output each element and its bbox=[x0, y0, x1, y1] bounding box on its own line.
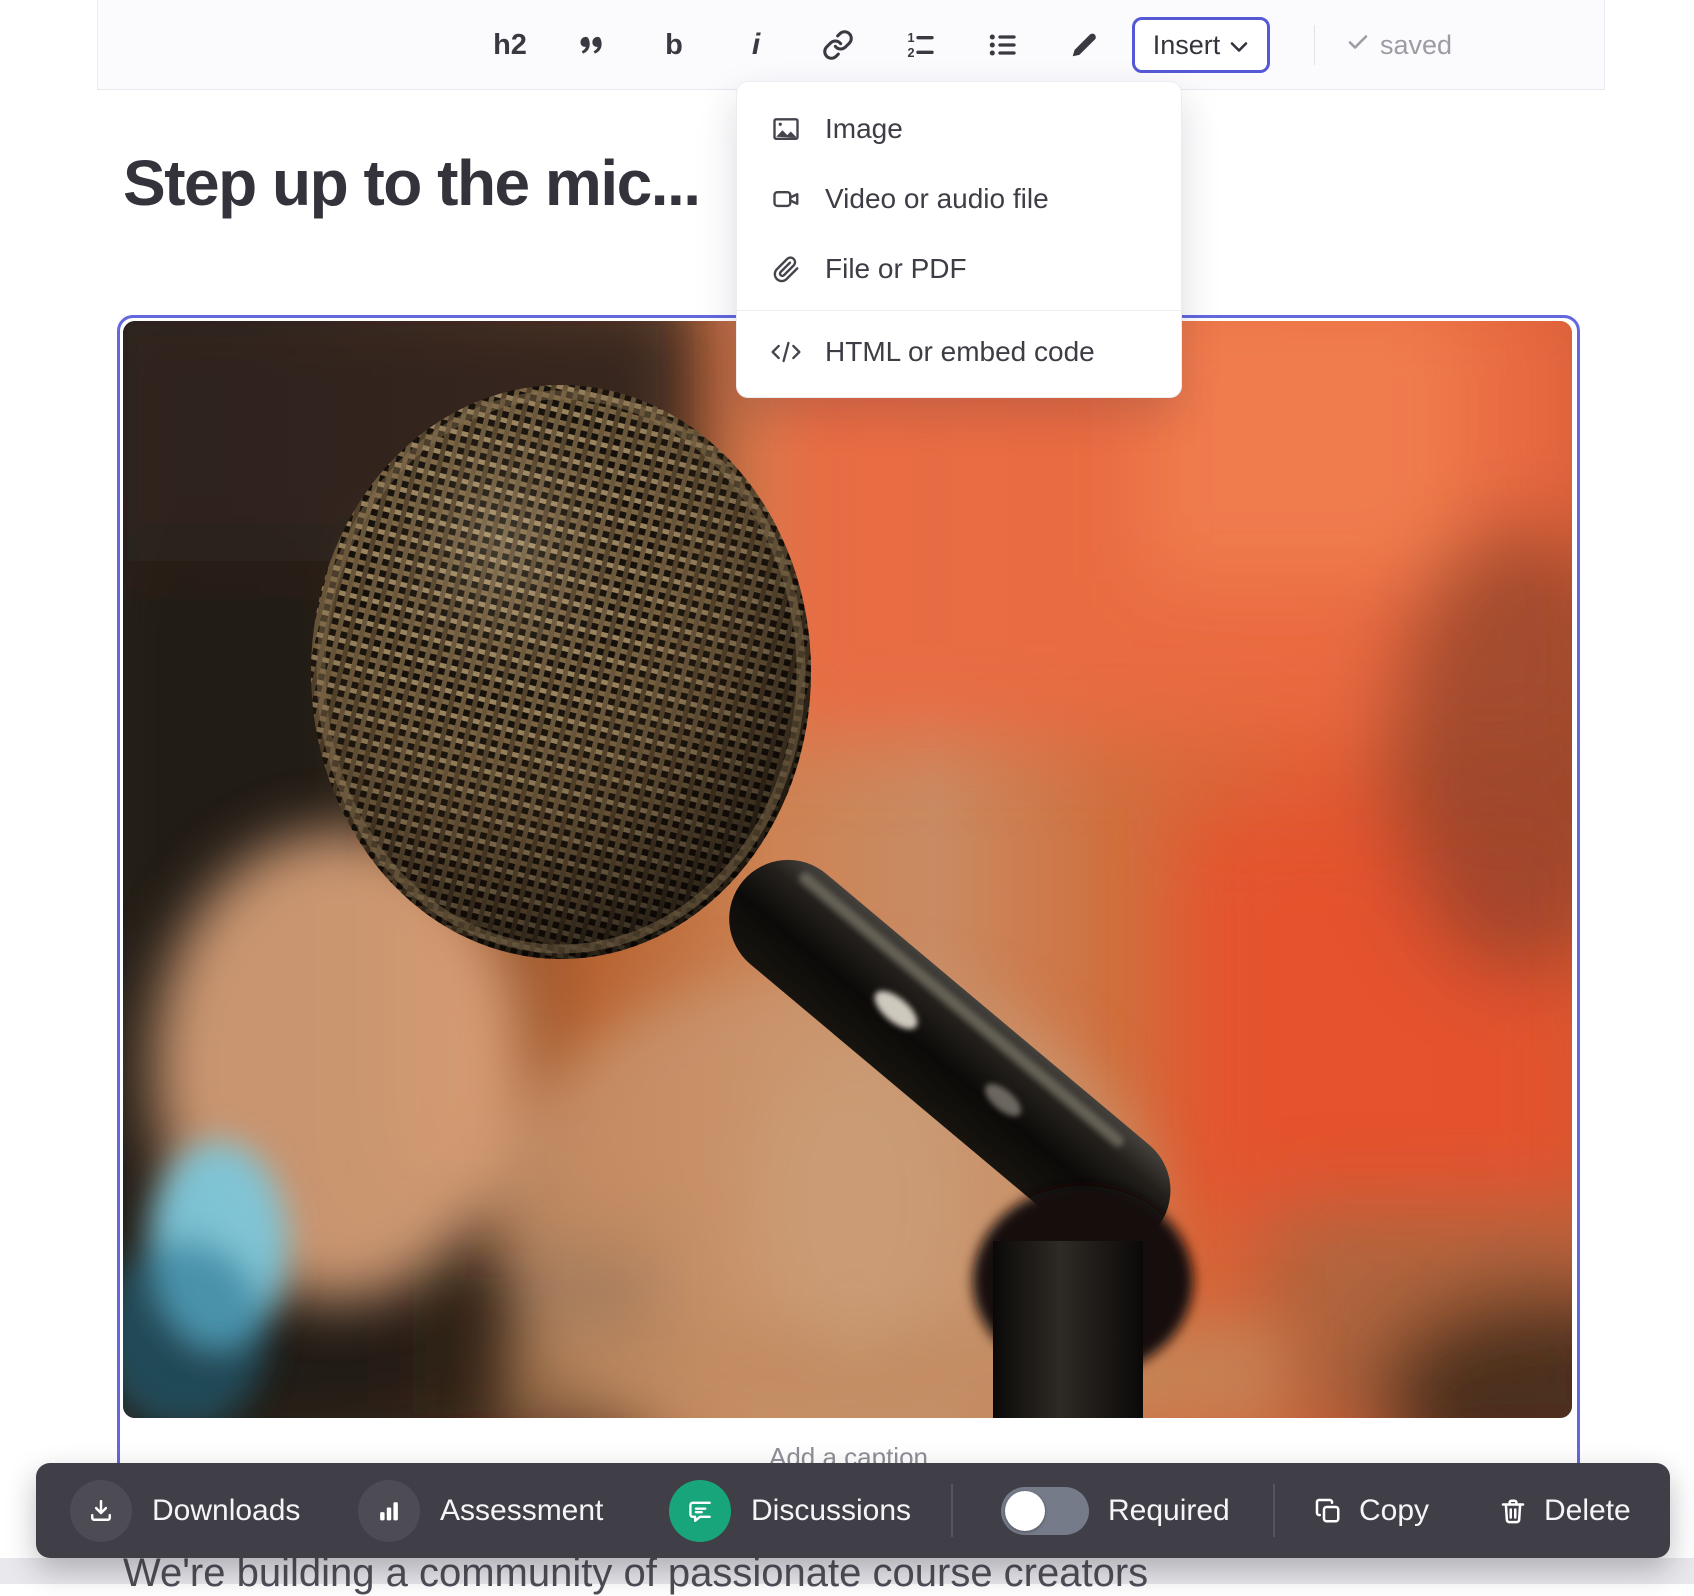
toolbar-divider bbox=[1314, 25, 1315, 65]
block-toolbar-divider bbox=[951, 1484, 953, 1537]
insert-menu-item-image[interactable]: Image bbox=[737, 94, 1181, 164]
downloads-button[interactable]: Downloads bbox=[70, 1463, 300, 1558]
page-title[interactable]: Step up to the mic... bbox=[123, 146, 700, 220]
toggle-knob bbox=[1005, 1491, 1045, 1531]
bullet-list-button[interactable] bbox=[983, 23, 1021, 67]
insert-menu-item-label: HTML or embed code bbox=[825, 336, 1095, 368]
selected-image-block: Add a caption bbox=[117, 315, 1580, 1560]
assessment-label: Assessment bbox=[440, 1494, 603, 1528]
lesson-image[interactable] bbox=[123, 321, 1572, 1418]
microphone-photo bbox=[123, 321, 1572, 1418]
insert-button[interactable]: Insert bbox=[1132, 17, 1270, 73]
link-button[interactable] bbox=[819, 23, 857, 67]
insert-menu-divider bbox=[737, 310, 1181, 311]
bar-chart-icon bbox=[358, 1480, 420, 1542]
formatting-buttons: h2 b i 12 bbox=[491, 0, 1103, 90]
copy-label: Copy bbox=[1359, 1494, 1429, 1528]
code-icon bbox=[769, 337, 803, 367]
insert-menu-item-embed[interactable]: HTML or embed code bbox=[737, 317, 1181, 387]
italic-button[interactable]: i bbox=[737, 23, 775, 67]
ordered-list-icon: 12 bbox=[904, 29, 936, 61]
save-status: saved bbox=[1346, 0, 1452, 90]
discussions-icon bbox=[669, 1480, 731, 1542]
link-icon bbox=[822, 29, 854, 61]
ordered-list-button[interactable]: 12 bbox=[901, 23, 939, 67]
formatting-toolbar: h2 b i 12 bbox=[97, 0, 1605, 90]
save-status-label: saved bbox=[1380, 30, 1452, 61]
svg-text:1: 1 bbox=[907, 31, 914, 45]
blockquote-button[interactable] bbox=[573, 23, 611, 67]
downloads-label: Downloads bbox=[152, 1494, 300, 1528]
chevron-down-icon bbox=[1229, 30, 1249, 61]
insert-menu-item-video[interactable]: Video or audio file bbox=[737, 164, 1181, 234]
block-toolbar-divider bbox=[1273, 1484, 1275, 1537]
paperclip-icon bbox=[769, 254, 803, 284]
required-toggle[interactable] bbox=[1001, 1487, 1089, 1535]
assessment-button[interactable]: Assessment bbox=[358, 1463, 603, 1558]
discussions-button[interactable]: Discussions bbox=[669, 1463, 911, 1558]
bottom-strip: We're building a community of passionate… bbox=[0, 1558, 1694, 1584]
heading2-button[interactable]: h2 bbox=[491, 23, 529, 67]
download-icon bbox=[70, 1480, 132, 1542]
bold-button[interactable]: b bbox=[655, 23, 693, 67]
insert-menu-item-label: Image bbox=[825, 113, 903, 145]
copy-button[interactable]: Copy bbox=[1313, 1463, 1429, 1558]
delete-label: Delete bbox=[1544, 1494, 1631, 1528]
discussions-label: Discussions bbox=[751, 1494, 911, 1528]
required-label-wrap: Required bbox=[1108, 1463, 1230, 1558]
video-icon bbox=[769, 184, 803, 214]
trash-icon bbox=[1498, 1496, 1528, 1526]
copy-icon bbox=[1313, 1496, 1343, 1526]
bullet-list-icon bbox=[986, 29, 1018, 61]
insert-menu-item-file[interactable]: File or PDF bbox=[737, 234, 1181, 304]
insert-menu-item-label: File or PDF bbox=[825, 253, 967, 285]
insert-menu: Image Video or audio file File or PDF HT… bbox=[736, 81, 1182, 398]
insert-button-label: Insert bbox=[1153, 30, 1221, 61]
delete-button[interactable]: Delete bbox=[1498, 1463, 1631, 1558]
required-label: Required bbox=[1108, 1494, 1230, 1528]
quote-icon bbox=[577, 30, 607, 60]
image-icon bbox=[769, 114, 803, 144]
highlight-button[interactable] bbox=[1065, 23, 1103, 67]
pencil-icon bbox=[1069, 30, 1099, 60]
insert-menu-item-label: Video or audio file bbox=[825, 183, 1049, 215]
svg-text:2: 2 bbox=[907, 46, 914, 60]
check-icon bbox=[1346, 30, 1370, 61]
block-toolbar: Downloads Assessment Discussions Require… bbox=[36, 1463, 1670, 1558]
